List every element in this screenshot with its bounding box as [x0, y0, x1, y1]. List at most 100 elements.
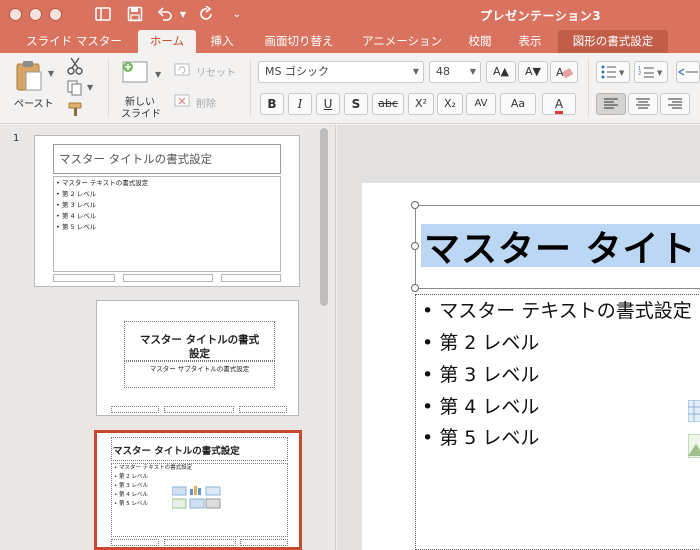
master-thumb-footer-number	[221, 274, 281, 282]
resize-handle-left[interactable]	[411, 242, 419, 250]
layout2-bullet: • 第 5 レベル	[114, 501, 148, 507]
numbering-button[interactable]: 1 2 ▼	[634, 61, 668, 83]
delete-label[interactable]: 削除	[196, 95, 216, 110]
layout1-subtitle: マスター サブタイトルの書式設定	[149, 365, 250, 373]
font-color-button[interactable]: A	[542, 93, 576, 115]
ribbon-separator	[588, 59, 589, 117]
layout-reset-icon[interactable]	[174, 62, 192, 81]
content-placeholder-icons	[171, 485, 224, 515]
italic-button[interactable]: I	[288, 93, 312, 115]
grow-font-button[interactable]: A▲	[486, 61, 516, 83]
decrease-indent-button[interactable]	[676, 61, 700, 83]
ribbon-separator	[108, 59, 109, 117]
copy-icon[interactable]	[66, 79, 84, 101]
layout1-footer-date	[111, 406, 159, 413]
font-name-combo[interactable]: MS ゴシック ▼	[258, 61, 424, 83]
format-painter-icon[interactable]	[66, 101, 84, 121]
svg-text:▼: ▼	[619, 69, 625, 77]
align-right-button[interactable]	[660, 93, 690, 115]
ribbon-tab-bar: スライド マスター ホーム 挿入 画面切り替え アニメーション 校閲 表示 図形…	[0, 30, 700, 53]
slide-bullet-level5[interactable]: • 第 5 レベル	[422, 423, 539, 450]
layout1-title-line2: 設定	[189, 348, 210, 360]
change-case-button[interactable]: Aa	[500, 93, 536, 115]
resize-handle-bottom-left[interactable]	[411, 284, 419, 292]
tab-review[interactable]: 校閲	[458, 30, 502, 53]
master-thumb-bullet: • マスター テキストの書式設定	[56, 179, 149, 187]
strikethrough-button[interactable]: abc	[372, 93, 404, 115]
underline-button[interactable]: U	[316, 93, 340, 115]
layout1-footer	[164, 406, 234, 413]
insert-table-icon[interactable]	[687, 399, 700, 426]
window-title: プレゼンテーション3	[480, 9, 602, 23]
paste-label: ペースト	[14, 99, 54, 110]
insert-picture-icon[interactable]	[687, 433, 700, 462]
bold-button[interactable]: B	[260, 93, 284, 115]
slide-bullet-level1[interactable]: • マスター テキストの書式設定	[422, 296, 692, 323]
master-thumb-bullet: • 第 3 レベル	[56, 201, 97, 209]
layout1-title-line1: マスター タイトルの書式	[139, 334, 260, 346]
new-slide-dropdown-icon[interactable]: ▼	[155, 70, 161, 79]
master-thumb-bullet: • 第 5 レベル	[56, 223, 97, 231]
tab-view[interactable]: 表示	[508, 30, 552, 53]
zoom-window-button[interactable]	[49, 8, 62, 21]
superscript-button[interactable]: X²	[408, 93, 434, 115]
master-thumb-footer	[123, 274, 213, 282]
clear-formatting-button[interactable]: A	[550, 61, 578, 83]
paste-icon[interactable]	[14, 60, 44, 96]
master-thumb-footer-date	[53, 274, 115, 282]
layout2-footer-number	[240, 539, 288, 546]
copy-dropdown-icon[interactable]: ▼	[87, 83, 93, 92]
layout2-bullet: • 第 4 レベル	[114, 492, 148, 498]
font-size-combo[interactable]: 48 ▼	[429, 61, 481, 83]
tab-shape-format[interactable]: 図形の書式設定	[558, 30, 668, 53]
tab-slide-master[interactable]: スライド マスター	[14, 30, 134, 53]
chevron-down-icon: ▼	[469, 67, 476, 76]
ribbon: ▼ ペースト ▼ ▼ 新しい スライド リセット 削除 MS ゴシック ▼ 48…	[0, 53, 700, 124]
master-thumb-bullet: • 第 2 レベル	[56, 190, 97, 198]
font-name-value: MS ゴシック	[265, 65, 329, 78]
slide-bullet-level3[interactable]: • 第 3 レベル	[422, 360, 539, 387]
svg-text:▼: ▼	[657, 69, 663, 77]
new-slide-icon[interactable]	[120, 59, 150, 89]
tab-transitions[interactable]: 画面切り替え	[252, 30, 346, 53]
character-spacing-button[interactable]: AV	[466, 93, 496, 115]
tab-home[interactable]: ホーム	[138, 30, 196, 53]
layout2-title: マスター タイトルの書式設定	[113, 446, 240, 457]
align-center-button[interactable]	[628, 93, 658, 115]
delete-slide-icon[interactable]	[174, 93, 192, 112]
layout2-bullet: • 第 3 レベル	[114, 483, 148, 489]
title-bar: ▼ ⌄ プレゼンテーション3	[0, 0, 700, 30]
tab-animations[interactable]: アニメーション	[352, 30, 452, 53]
slide-title-text[interactable]: マスター タイト	[424, 220, 697, 272]
save-icon[interactable]	[127, 6, 145, 24]
layout2-bullet: • マスター テキストの書式設定	[114, 465, 193, 471]
undo-icon[interactable]	[157, 6, 175, 24]
undo-dropdown-icon[interactable]: ▼	[178, 6, 188, 24]
chevron-down-icon: ▼	[412, 67, 419, 76]
master-thumbnail[interactable]: マスター タイトルの書式設定 • マスター テキストの書式設定 • 第 2 レベ…	[34, 135, 300, 287]
layout2-footer-date	[111, 539, 159, 546]
thumbnail-scrollbar[interactable]	[320, 128, 328, 306]
new-slide-label-line2: スライド	[121, 109, 161, 120]
layout-thumbnail-content[interactable]: マスター タイトルの書式設定 • マスター テキストの書式設定 • 第 2 レベ…	[94, 430, 302, 550]
text-shadow-button[interactable]: S	[344, 93, 368, 115]
layout2-bullet: • 第 2 レベル	[114, 474, 148, 480]
slide-bullet-level4[interactable]: • 第 4 レベル	[422, 392, 539, 419]
align-left-button[interactable]	[596, 93, 626, 115]
bullets-button[interactable]: ▼	[596, 61, 630, 83]
font-color-label: A	[554, 97, 564, 114]
reset-label[interactable]: リセット	[196, 64, 236, 79]
close-window-button[interactable]	[9, 8, 22, 21]
minimize-window-button[interactable]	[29, 8, 42, 21]
cut-icon[interactable]	[66, 57, 84, 79]
slide-bullet-level2[interactable]: • 第 2 レベル	[422, 328, 539, 355]
paste-dropdown-icon[interactable]: ▼	[48, 69, 54, 78]
resize-handle-top-left[interactable]	[411, 201, 419, 209]
customize-toolbar-icon[interactable]: ⌄	[230, 6, 244, 24]
layout-thumbnail-title[interactable]: マスター タイトルの書式 設定 マスター サブタイトルの書式設定	[96, 300, 299, 416]
subscript-button[interactable]: X₂	[437, 93, 463, 115]
redo-icon[interactable]	[199, 6, 217, 24]
sidebar-toggle-icon[interactable]	[95, 6, 113, 24]
shrink-font-button[interactable]: A▼	[518, 61, 548, 83]
tab-insert[interactable]: 挿入	[200, 30, 244, 53]
